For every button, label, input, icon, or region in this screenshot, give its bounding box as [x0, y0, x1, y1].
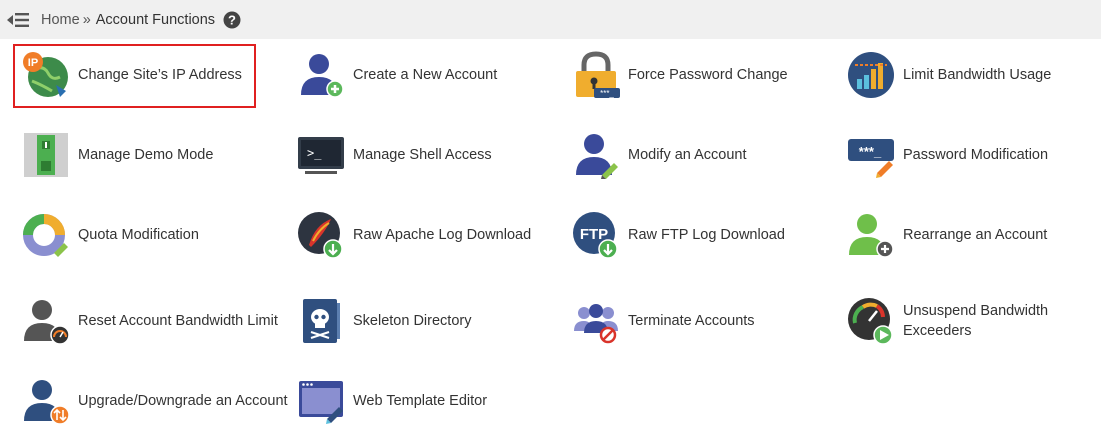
- password-edit-icon: ***_: [847, 131, 895, 179]
- help-icon[interactable]: ?: [223, 11, 241, 29]
- skull-book-icon: [297, 297, 345, 345]
- item-label: Skeleton Directory: [353, 313, 472, 329]
- top-bar: Home » Account Functions ?: [0, 0, 1101, 39]
- demo-switch-icon: [22, 131, 70, 179]
- menu-collapse-icon[interactable]: [6, 9, 32, 31]
- item-reset-account-bandwidth-limit[interactable]: Reset Account Bandwidth Limit: [22, 291, 278, 351]
- item-upgrade-downgrade-account[interactable]: Upgrade/Downgrade an Account: [22, 371, 288, 431]
- item-label: Raw FTP Log Download: [628, 227, 785, 243]
- item-change-site-ip-address[interactable]: IP Change Site’s IP Address: [22, 45, 242, 105]
- item-limit-bandwidth-usage[interactable]: Limit Bandwidth Usage: [847, 45, 1051, 105]
- item-label: Limit Bandwidth Usage: [903, 67, 1052, 83]
- item-label: Upgrade/Downgrade an Account: [78, 393, 288, 409]
- item-label: Create a New Account: [353, 67, 498, 83]
- apache-feather-icon: [297, 211, 345, 259]
- item-label: Quota Modification: [78, 227, 199, 243]
- item-quota-modification[interactable]: Quota Modification: [22, 205, 199, 265]
- item-label: Web Template Editor: [353, 393, 488, 409]
- item-modify-account[interactable]: Modify an Account: [572, 125, 747, 185]
- svg-text:IP: IP: [28, 57, 38, 69]
- item-raw-ftp-log-download[interactable]: FTP Raw FTP Log Download: [572, 205, 785, 265]
- item-label: Change Site’s IP Address: [78, 67, 242, 83]
- item-create-new-account[interactable]: Create a New Account: [297, 45, 497, 105]
- item-rearrange-account[interactable]: Rearrange an Account: [847, 205, 1047, 265]
- item-terminate-accounts[interactable]: Terminate Accounts: [572, 291, 755, 351]
- page-title: Account Functions: [95, 11, 216, 28]
- padlock-icon: ***_: [572, 51, 620, 99]
- svg-text:***_: ***_: [859, 144, 882, 159]
- item-label: Modify an Account: [628, 147, 747, 163]
- item-raw-apache-log-download[interactable]: Raw Apache Log Download: [297, 205, 531, 265]
- svg-text:***_: ***_: [600, 89, 614, 98]
- item-manage-demo-mode[interactable]: Manage Demo Mode: [22, 125, 213, 185]
- item-unsuspend-bandwidth-exceeders[interactable]: Unsuspend Bandwidth Exceeders: [847, 291, 1063, 351]
- item-label: Force Password Change: [628, 67, 788, 83]
- user-edit-icon: [572, 131, 620, 179]
- web-template-icon: [297, 377, 345, 425]
- item-force-password-change[interactable]: ***_ Force Password Change: [572, 45, 788, 105]
- ftp-download-icon: FTP: [572, 211, 620, 259]
- quota-donut-icon: [22, 211, 70, 259]
- item-label: Raw Apache Log Download: [353, 227, 532, 243]
- breadcrumb: Home » Account Functions ?: [41, 11, 241, 29]
- item-label: Rearrange an Account: [903, 227, 1048, 243]
- svg-text:?: ?: [228, 12, 236, 27]
- item-label: Terminate Accounts: [628, 313, 755, 329]
- item-label: Manage Demo Mode: [78, 147, 214, 163]
- svg-text:>_: >_: [307, 146, 322, 160]
- breadcrumb-home-link[interactable]: Home: [41, 12, 80, 28]
- item-web-template-editor[interactable]: Web Template Editor: [297, 371, 487, 431]
- breadcrumb-separator: »: [82, 11, 91, 28]
- item-skeleton-directory[interactable]: Skeleton Directory: [297, 291, 471, 351]
- user-gauge-icon: [22, 297, 70, 345]
- item-manage-shell-access[interactable]: >_ Manage Shell Access: [297, 125, 492, 185]
- item-password-modification[interactable]: ***_ Password Modification: [847, 125, 1048, 185]
- item-label: Reset Account Bandwidth Limit: [78, 313, 278, 329]
- item-label: Password Modification: [903, 147, 1049, 163]
- user-add-icon: [297, 51, 345, 99]
- user-move-icon: [847, 211, 895, 259]
- gauge-play-icon: [847, 297, 895, 345]
- terminal-icon: >_: [297, 131, 345, 179]
- users-terminate-icon: [572, 297, 620, 345]
- bandwidth-chart-icon: [847, 51, 895, 99]
- user-updown-icon: [22, 377, 70, 425]
- item-label: Manage Shell Access: [353, 147, 492, 163]
- item-label: Unsuspend Bandwidth Exceeders: [903, 303, 1049, 339]
- ip-globe-icon: IP: [22, 51, 70, 99]
